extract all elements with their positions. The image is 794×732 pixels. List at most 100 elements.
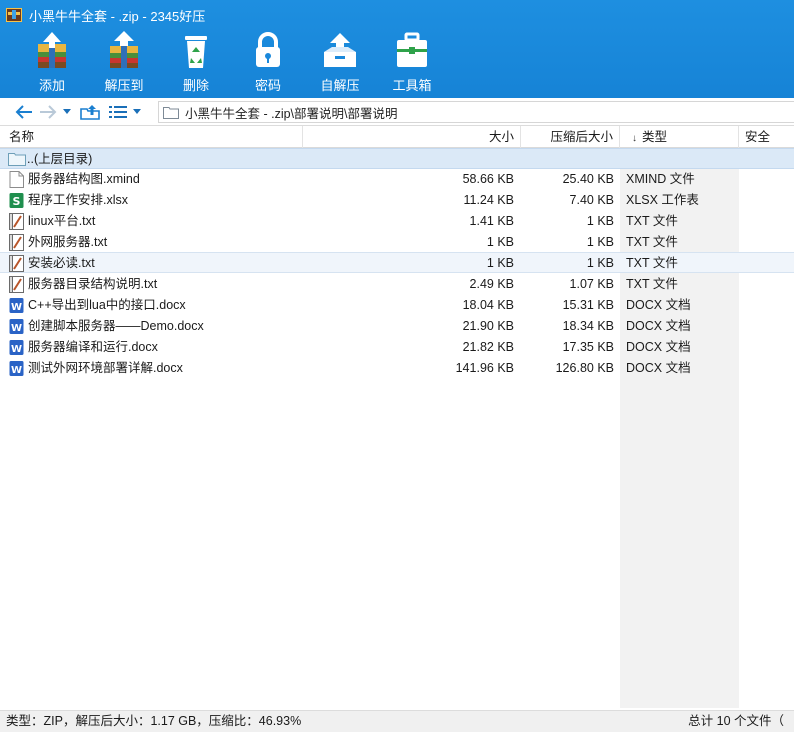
- file-name: 服务器编译和运行.docx: [28, 340, 158, 354]
- top-banner: 小黑牛牛全套 - .zip - 2345好压 添加 解压到 删除 密码 自解压 …: [0, 0, 794, 98]
- file-name: 外网服务器.txt: [28, 235, 108, 249]
- table-row[interactable]: 服务器目录结构说明.txt 2.49 KB 1.07 KB TXT 文件: [0, 274, 794, 295]
- table-row[interactable]: W 测试外网环境部署详解.docx 141.96 KB 126.80 KB DO…: [0, 358, 794, 379]
- table-row-hovered[interactable]: 安装必读.txt 1 KB 1 KB TXT 文件: [0, 252, 794, 273]
- forward-arrow-icon: [40, 104, 57, 119]
- file-type: TXT 文件: [626, 277, 678, 291]
- column-packed-size[interactable]: 压缩后大小: [521, 126, 620, 148]
- folder-icon: [163, 106, 179, 119]
- file-size: 58.66 KB: [462, 172, 514, 186]
- file-name: linux平台.txt: [28, 214, 96, 228]
- file-type: XLSX 工作表: [626, 193, 699, 207]
- docx-file-icon: W: [9, 298, 24, 313]
- column-header: 名称 大小 压缩后大小 ↓ 类型 安全: [0, 126, 794, 148]
- column-packed-label: 压缩后大小: [550, 130, 613, 144]
- column-name-label: 名称: [9, 130, 35, 144]
- password-button[interactable]: 密码: [231, 30, 305, 96]
- table-row[interactable]: 服务器结构图.xmind 58.66 KB 25.40 KB XMIND 文件: [0, 169, 794, 190]
- file-packed-size: 17.35 KB: [562, 340, 614, 354]
- file-type: DOCX 文档: [626, 298, 691, 312]
- main-toolbar: 添加 解压到 删除 密码 自解压 工具箱: [0, 30, 794, 98]
- parent-folder-label: ..(上层目录): [27, 152, 93, 166]
- up-folder-icon: [80, 104, 100, 120]
- txt-file-icon: [9, 255, 24, 272]
- toolbox-label: 工具箱: [392, 78, 432, 93]
- column-type[interactable]: ↓ 类型: [620, 126, 739, 148]
- column-type-label: 类型: [642, 130, 668, 144]
- file-size: 1.41 KB: [469, 214, 514, 228]
- xlsx-file-icon: S: [9, 193, 24, 208]
- toolbox-button[interactable]: 工具箱: [375, 30, 449, 96]
- table-row[interactable]: S 程序工作安排.xlsx 11.24 KB 7.40 KB XLSX 工作表: [0, 190, 794, 211]
- txt-file-icon: [9, 213, 24, 230]
- parent-folder-row[interactable]: ..(上层目录): [0, 148, 794, 169]
- file-packed-size: 18.34 KB: [562, 319, 614, 333]
- navigation-bar: 小黑牛牛全套 - .zip\部署说明\部署说明: [0, 98, 794, 126]
- delete-button[interactable]: 删除: [159, 30, 233, 96]
- back-button[interactable]: [12, 101, 36, 123]
- file-packed-size: 25.40 KB: [562, 172, 614, 186]
- table-row[interactable]: W 服务器编译和运行.docx 21.82 KB 17.35 KB DOCX 文…: [0, 337, 794, 358]
- xmind-file-icon: [9, 171, 24, 188]
- up-folder-button[interactable]: [78, 101, 102, 123]
- forward-button[interactable]: [36, 101, 60, 123]
- file-type: DOCX 文档: [626, 361, 691, 375]
- file-name: 创建脚本服务器——Demo.docx: [28, 319, 204, 333]
- column-size[interactable]: 大小: [303, 126, 521, 148]
- file-size: 1 KB: [486, 256, 514, 270]
- file-type: TXT 文件: [626, 235, 678, 249]
- view-mode-button[interactable]: [106, 101, 130, 123]
- window-title: 小黑牛牛全套 - .zip - 2345好压: [29, 8, 206, 24]
- archive-summary: 类型：ZIP，解压后大小：1.17 GB，压缩比：46.93%: [6, 714, 302, 728]
- extract-to-icon: [110, 31, 138, 68]
- file-size: 21.82 KB: [462, 340, 514, 354]
- svg-text:W: W: [11, 344, 22, 355]
- table-row[interactable]: 外网服务器.txt 1 KB 1 KB TXT 文件: [0, 232, 794, 253]
- svg-text:S: S: [13, 195, 21, 208]
- lock-icon: [256, 32, 280, 67]
- svg-text:W: W: [11, 302, 22, 313]
- file-size: 141.96 KB: [455, 361, 514, 375]
- file-name: 测试外网环境部署详解.docx: [28, 361, 183, 375]
- file-packed-size: 1 KB: [586, 256, 614, 270]
- recycle-bin-icon: [185, 36, 207, 68]
- svg-text:W: W: [11, 323, 22, 334]
- password-label: 密码: [254, 78, 281, 93]
- column-size-label: 大小: [488, 130, 514, 144]
- self-extract-button[interactable]: 自解压: [303, 30, 377, 96]
- extract-to-button[interactable]: 解压到: [87, 30, 161, 96]
- view-mode-dropdown[interactable]: [130, 101, 144, 123]
- back-arrow-icon: [15, 104, 32, 119]
- folder-icon: [8, 153, 26, 166]
- title-bar[interactable]: 小黑牛牛全套 - .zip - 2345好压: [0, 0, 794, 30]
- column-name[interactable]: 名称: [0, 126, 303, 148]
- file-packed-size: 1 KB: [586, 235, 614, 249]
- address-path: 小黑牛牛全套 - .zip\部署说明\部署说明: [185, 106, 398, 121]
- extract-to-label: 解压到: [104, 78, 144, 93]
- table-row[interactable]: linux平台.txt 1.41 KB 1 KB TXT 文件: [0, 211, 794, 232]
- docx-file-icon: W: [9, 319, 24, 334]
- file-name: 程序工作安排.xlsx: [28, 193, 129, 207]
- file-name: 服务器结构图.xmind: [28, 172, 140, 186]
- address-field[interactable]: 小黑牛牛全套 - .zip\部署说明\部署说明: [158, 101, 794, 123]
- file-name: 服务器目录结构说明.txt: [28, 277, 158, 291]
- add-button[interactable]: 添加: [15, 30, 89, 96]
- list-view-icon: [109, 105, 127, 118]
- status-bar: 类型：ZIP，解压后大小：1.17 GB，压缩比：46.93% 总计 10 个文…: [0, 710, 794, 732]
- self-extract-icon: [324, 33, 356, 67]
- column-security-label: 安全: [745, 130, 771, 144]
- file-type: TXT 文件: [626, 256, 678, 270]
- table-row[interactable]: W 创建脚本服务器——Demo.docx 21.90 KB 18.34 KB D…: [0, 316, 794, 337]
- file-packed-size: 1 KB: [586, 214, 614, 228]
- svg-text:W: W: [11, 365, 22, 376]
- add-label: 添加: [38, 78, 65, 93]
- file-size: 11.24 KB: [463, 193, 514, 207]
- column-security[interactable]: 安全: [739, 126, 794, 148]
- file-count: 总计 10 个文件（: [688, 714, 784, 728]
- chevron-down-icon: [133, 109, 141, 114]
- file-type: XMIND 文件: [626, 172, 695, 186]
- file-packed-size: 7.40 KB: [569, 193, 614, 207]
- docx-file-icon: W: [9, 361, 24, 376]
- table-row[interactable]: W C++导出到lua中的接口.docx 18.04 KB 15.31 KB D…: [0, 295, 794, 316]
- history-dropdown[interactable]: [60, 101, 74, 123]
